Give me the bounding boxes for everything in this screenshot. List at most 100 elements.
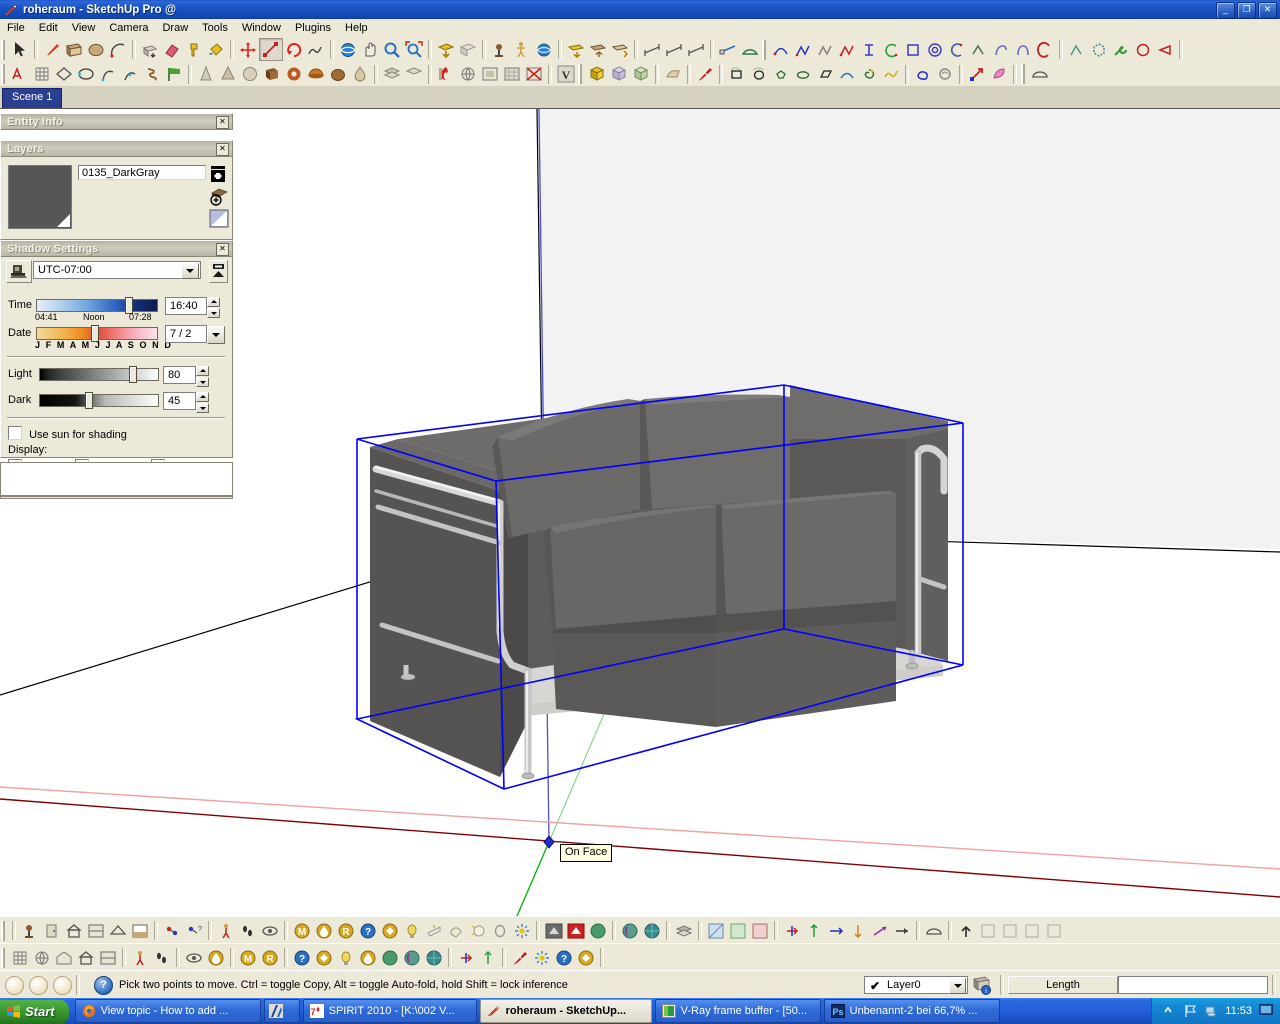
toolbar-button-rotate[interactable] (283, 39, 305, 60)
toolbar-button-pen-red[interactable] (509, 947, 531, 968)
toolbar-button-arc3[interactable] (119, 64, 141, 85)
toolbar-button-tag-gold[interactable] (575, 947, 597, 968)
toolbar-button-cube-g[interactable] (630, 64, 652, 85)
toolbar-button-arrows-k[interactable] (891, 920, 913, 941)
toolbar-button-bucket[interactable] (205, 39, 227, 60)
toolbar-button-eraser[interactable] (161, 39, 183, 60)
start-button[interactable]: Start (0, 999, 69, 1024)
toolbar-button-vr-grey[interactable] (543, 920, 565, 941)
toolbar-button-select-arrow[interactable] (9, 39, 31, 60)
toolbar-button-m-gold[interactable]: M (237, 947, 259, 968)
toolbar-button-arc2[interactable] (97, 64, 119, 85)
toolbar-button-protractor[interactable] (739, 39, 761, 60)
taskbar-item-photoshop[interactable]: Ps Unbenannt-2 bei 66,7% ... (823, 999, 1000, 1023)
toolbar-button-freehand[interactable] (305, 39, 327, 60)
toolbar-button-curve2[interactable] (792, 39, 814, 60)
toolbar-button-plain[interactable] (1021, 920, 1043, 941)
toolbar-button-winsplit[interactable] (85, 920, 107, 941)
toolbar-button-dim[interactable] (641, 39, 663, 60)
close-button[interactable]: ✕ (1258, 2, 1277, 19)
toolbar-button-g-ell[interactable] (792, 64, 814, 85)
menu-item-tools[interactable]: Tools (195, 20, 235, 36)
time-spinner[interactable] (207, 297, 220, 318)
toolbar-button-cam-c[interactable] (923, 920, 945, 941)
toolbar-button-arrows-o[interactable] (847, 920, 869, 941)
menu-item-file[interactable]: File (0, 20, 32, 36)
menu-item-plugins[interactable]: Plugins (288, 20, 338, 36)
menu-item-camera[interactable]: Camera (102, 20, 155, 36)
toolbar-button-drop-gold[interactable] (205, 947, 227, 968)
toolbar-button-q-blue[interactable]: ? (291, 947, 313, 968)
entity-info-toggle-icon[interactable]: i (972, 976, 992, 995)
toolbar-button-curveTeal[interactable] (1066, 39, 1088, 60)
toolbar-button-ellipse-b[interactable] (75, 64, 97, 85)
toolbar-button-section-a[interactable] (565, 39, 587, 60)
toolbar-button-arrows-rb[interactable] (781, 920, 803, 941)
toolbar-button-section-c[interactable] (609, 39, 631, 60)
toolbar-button-curveHex[interactable] (1088, 39, 1110, 60)
toolbar-button-person-r[interactable] (215, 920, 237, 941)
scene-tab-scene-1[interactable]: Scene 1 (2, 88, 63, 110)
toolbar-button-pos-camera[interactable] (489, 39, 511, 60)
toolbar-button-curveSp[interactable] (924, 39, 946, 60)
toolbar-button-globe-s[interactable] (31, 947, 53, 968)
taskbar-item-blue-app[interactable] (263, 999, 300, 1023)
toolbar-button-layer-img2[interactable] (403, 64, 425, 85)
shadow-settings-close-icon[interactable]: ✕ (216, 243, 229, 256)
rotate-icon[interactable] (53, 975, 72, 995)
toolbar-button-g-blue[interactable] (912, 64, 934, 85)
toolbar-button-vr-teal[interactable] (401, 947, 423, 968)
toolbar-button-cone[interactable] (195, 64, 217, 85)
toolbar-button-dim[interactable] (685, 39, 707, 60)
layers-title-bar[interactable]: Layers ✕ (1, 141, 232, 157)
toolbar-button-q-blue[interactable]: ? (553, 947, 575, 968)
time-slider-track[interactable] (36, 299, 158, 312)
toolbar-button-spotlight[interactable] (423, 920, 445, 941)
menu-item-draw[interactable]: Draw (155, 20, 195, 36)
toolbar-button-home-a[interactable] (53, 947, 75, 968)
toolbar-button-grid[interactable] (31, 64, 53, 85)
toolbar-button-globe-s[interactable] (457, 64, 479, 85)
toolbar-grip[interactable] (1021, 64, 1027, 84)
menu-item-edit[interactable]: Edit (32, 20, 65, 36)
toolbar-button-vr-green[interactable] (587, 920, 609, 941)
active-layer-select[interactable]: ✔ Layer0 (864, 976, 968, 994)
toolbar-button-lightbulb[interactable] (401, 920, 423, 941)
toolbar-button-curveSq[interactable] (902, 39, 924, 60)
toolbar-button-look-around[interactable] (533, 39, 555, 60)
toolbar-button-g-par[interactable] (814, 64, 836, 85)
toolbar-button-rectangle[interactable] (63, 39, 85, 60)
toolbar-button-house[interactable] (75, 947, 97, 968)
date-dropdown-arrow[interactable] (207, 326, 225, 344)
layers-close-icon[interactable]: ✕ (216, 143, 229, 156)
toolbar-button-layer-tool[interactable] (673, 920, 695, 941)
menu-item-help[interactable]: Help (338, 20, 375, 36)
toolbar-button-cube-p[interactable] (608, 64, 630, 85)
toolbar-button-sphere-s[interactable] (239, 64, 261, 85)
toolbar-button-line-pencil[interactable] (41, 39, 63, 60)
toolbar-button-feet[interactable] (151, 947, 173, 968)
toolbar-button-vr-red[interactable] (565, 920, 587, 941)
show-hidden-icon[interactable] (1162, 1004, 1176, 1018)
toolbar-button-teardrop[interactable] (349, 64, 371, 85)
toolbar-grip[interactable] (578, 64, 584, 84)
dark-value-field[interactable]: 45 (163, 392, 196, 410)
toolbar-button-paint[interactable] (183, 39, 205, 60)
toolbar-button-diamond[interactable] (53, 64, 75, 85)
flag-icon[interactable] (1183, 1004, 1197, 1018)
toolbar-button-drop-gold[interactable] (357, 947, 379, 968)
toolbar-button-tag-gold[interactable] (379, 920, 401, 941)
toolbar-grip[interactable] (1, 947, 7, 968)
dark-slider-thumb[interactable] (85, 392, 93, 409)
light-spinner[interactable] (196, 366, 209, 387)
toolbar-button-orbit[interactable] (337, 39, 359, 60)
toolbar-button-zoom-extents[interactable] (403, 39, 425, 60)
toolbar-button-sunlight[interactable] (511, 920, 533, 941)
toolbar-button-g-spiral[interactable] (858, 64, 880, 85)
toolbar-button-drop-gold[interactable] (313, 920, 335, 941)
dark-slider-track[interactable] (39, 394, 159, 407)
toolbar-button-person-r[interactable] (129, 947, 151, 968)
toolbar-button-circ-red[interactable] (1132, 39, 1154, 60)
show-shadows-toggle[interactable] (6, 260, 32, 283)
display-style-icon[interactable] (209, 209, 229, 228)
